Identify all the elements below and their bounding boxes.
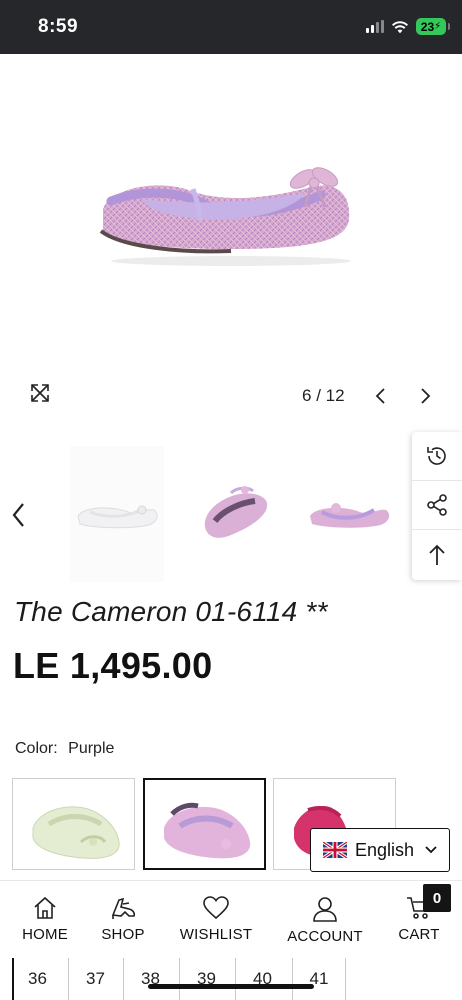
- product-main-image[interactable]: [0, 54, 462, 364]
- thumbnail-3[interactable]: [302, 446, 396, 582]
- nav-account-label: ACCOUNT: [287, 928, 363, 945]
- gallery-total: 12: [325, 386, 345, 405]
- color-value: Purple: [68, 740, 115, 757]
- nav-account[interactable]: ACCOUNT: [284, 895, 366, 945]
- nav-wishlist-label: WISHLIST: [179, 926, 253, 943]
- thumbnail-1[interactable]: [70, 446, 164, 582]
- gallery-next-button[interactable]: [415, 384, 435, 408]
- chevron-right-icon: [421, 388, 431, 404]
- gallery-current: 6: [302, 386, 312, 405]
- uk-flag-icon: [323, 842, 347, 858]
- status-time: 8:59: [38, 16, 79, 37]
- nav-shop-label: SHOP: [101, 926, 145, 943]
- shoe-thumbnail-image: [310, 503, 390, 528]
- color-swatch-green[interactable]: [12, 778, 135, 870]
- shoe-image: [99, 167, 351, 266]
- shoe-swatch-image: [163, 802, 250, 859]
- recently-viewed-button[interactable]: [412, 432, 462, 481]
- shoe-swatch-image: [32, 806, 120, 859]
- size-option[interactable]: 36: [12, 958, 61, 1000]
- heart-icon: [203, 896, 229, 920]
- battery-indicator: 23 ⚡: [416, 18, 450, 35]
- user-icon: [313, 897, 337, 922]
- status-bar: 8:59 23 ⚡: [0, 0, 462, 54]
- scroll-top-button[interactable]: [412, 530, 462, 579]
- size-selector: 36 37 38 39 40 41: [0, 958, 462, 1000]
- thumbnail-2[interactable]: [188, 446, 282, 582]
- nav-cart-label: CART: [398, 926, 440, 943]
- gallery-prev-button[interactable]: [371, 384, 391, 408]
- gallery-separator: /: [316, 386, 321, 405]
- side-tools-panel: [412, 432, 462, 580]
- size-option[interactable]: 40: [235, 958, 289, 1000]
- nav-shop[interactable]: SHOP: [98, 895, 148, 943]
- nav-home[interactable]: HOME: [20, 895, 70, 943]
- thumbnail-prev-button[interactable]: [8, 500, 30, 530]
- nav-home-label: HOME: [22, 926, 68, 943]
- color-label: Color:: [15, 740, 58, 757]
- wifi-icon: [391, 20, 409, 33]
- language-label: English: [355, 839, 415, 860]
- shoe-icon: [111, 897, 136, 919]
- home-indicator: [148, 984, 314, 989]
- language-selector[interactable]: English: [310, 828, 450, 872]
- color-swatch-purple[interactable]: [143, 778, 266, 870]
- status-icons: 23 ⚡: [366, 18, 450, 35]
- history-icon: [427, 447, 446, 465]
- size-option[interactable]: 38: [123, 958, 177, 1000]
- expand-button[interactable]: [28, 381, 52, 405]
- cart-count-badge: 0: [423, 884, 451, 912]
- shoe-thumbnail-image: [204, 486, 268, 538]
- expand-icon: [31, 384, 49, 402]
- color-selection-label: Color: Purple: [15, 740, 114, 758]
- gallery-counter: 6 / 12: [302, 386, 345, 406]
- home-icon: [34, 896, 56, 919]
- shoe-thumbnail-image: [77, 505, 158, 529]
- arrow-up-icon: [429, 544, 445, 565]
- nav-wishlist[interactable]: WISHLIST: [176, 895, 256, 943]
- chevron-left-icon: [375, 388, 385, 404]
- chevron-down-icon: [425, 846, 437, 854]
- signal-icon: [366, 20, 384, 33]
- share-icon: [427, 494, 447, 516]
- size-option[interactable]: 41: [292, 958, 346, 1000]
- product-price: LE 1,495.00: [13, 645, 213, 686]
- product-title: The Cameron 01-6114 **: [14, 596, 328, 627]
- chevron-left-icon: [12, 503, 24, 527]
- battery-level: 23: [420, 19, 435, 34]
- bottom-navigation: HOME SHOP WISHLIST ACCOUNT CART: [0, 880, 462, 958]
- size-option[interactable]: 39: [179, 958, 233, 1000]
- size-option[interactable]: 37: [68, 958, 122, 1000]
- share-button[interactable]: [412, 481, 462, 530]
